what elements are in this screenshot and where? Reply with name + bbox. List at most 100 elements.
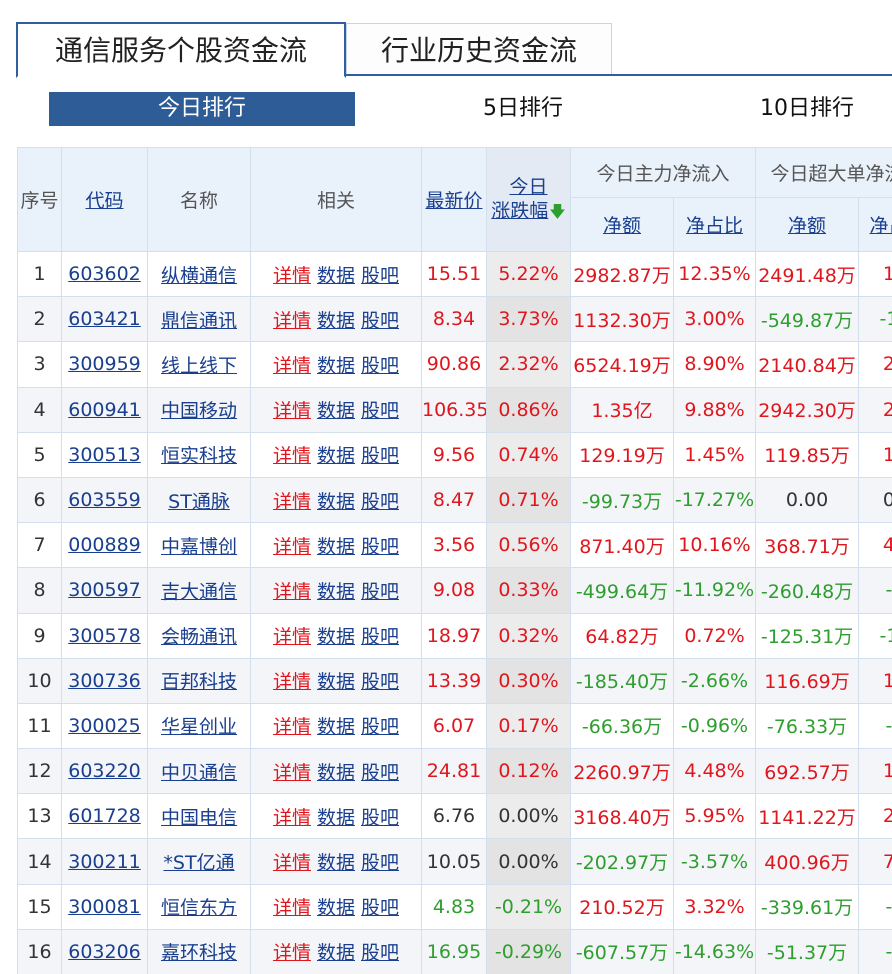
forum-link[interactable]: 股吧 xyxy=(361,942,399,964)
data-link[interactable]: 数据 xyxy=(317,491,355,513)
stock-code-link[interactable]: 300081 xyxy=(68,896,141,918)
data-link[interactable]: 数据 xyxy=(317,310,355,332)
forum-link[interactable]: 股吧 xyxy=(361,491,399,513)
detail-link[interactable]: 详情 xyxy=(273,852,311,874)
tab-industry-history-fund-flow[interactable]: 行业历史资金流 xyxy=(346,23,612,76)
tab-stock-fund-flow[interactable]: 通信服务个股资金流 xyxy=(16,22,346,78)
sort-by-main-ratio-link[interactable]: 净占比 xyxy=(686,215,743,237)
stock-name-link[interactable]: 线上线下 xyxy=(161,355,237,377)
stock-code-link[interactable]: 601728 xyxy=(68,805,141,827)
stock-name-link[interactable]: *ST亿通 xyxy=(163,852,234,874)
sort-by-price-link[interactable]: 最新价 xyxy=(425,190,482,212)
data-link[interactable]: 数据 xyxy=(317,536,355,558)
stock-name-link[interactable]: 中嘉博创 xyxy=(161,536,237,558)
col-header-main-net[interactable]: 净额 xyxy=(570,197,674,252)
forum-link[interactable]: 股吧 xyxy=(361,310,399,332)
detail-link[interactable]: 详情 xyxy=(273,355,311,377)
data-link[interactable]: 数据 xyxy=(317,716,355,738)
detail-link[interactable]: 详情 xyxy=(273,671,311,693)
detail-link[interactable]: 详情 xyxy=(273,536,311,558)
detail-link[interactable]: 详情 xyxy=(273,400,311,422)
forum-link[interactable]: 股吧 xyxy=(361,581,399,603)
stock-name-link[interactable]: ST通脉 xyxy=(168,491,230,513)
data-link[interactable]: 数据 xyxy=(317,942,355,964)
stock-code-link[interactable]: 300513 xyxy=(68,444,141,466)
stock-code-link[interactable]: 300597 xyxy=(68,579,141,601)
detail-link[interactable]: 详情 xyxy=(273,581,311,603)
forum-link[interactable]: 股吧 xyxy=(361,536,399,558)
stock-code-link[interactable]: 603602 xyxy=(68,263,141,285)
forum-link[interactable]: 股吧 xyxy=(361,445,399,467)
col-header-main-ratio[interactable]: 净占比 xyxy=(672,197,757,252)
subtab-10day-ranking[interactable]: 10日排行 xyxy=(760,92,892,126)
stock-code-link[interactable]: 300578 xyxy=(68,625,141,647)
forum-link[interactable]: 股吧 xyxy=(361,400,399,422)
stock-code-link[interactable]: 300736 xyxy=(68,670,141,692)
forum-link[interactable]: 股吧 xyxy=(361,671,399,693)
stock-code-link[interactable]: 300959 xyxy=(68,353,141,375)
stock-name-link[interactable]: 恒实科技 xyxy=(161,445,237,467)
data-link[interactable]: 数据 xyxy=(317,897,355,919)
stock-name-link[interactable]: 纵横通信 xyxy=(161,265,237,287)
sort-by-change-link-line1[interactable]: 今日 xyxy=(509,176,547,198)
data-link[interactable]: 数据 xyxy=(317,355,355,377)
data-link[interactable]: 数据 xyxy=(317,581,355,603)
stock-code-link[interactable]: 600941 xyxy=(68,399,141,421)
stock-code-link[interactable]: 603559 xyxy=(68,489,141,511)
subtab-5day-ranking[interactable]: 5日排行 xyxy=(440,92,606,126)
forum-link[interactable]: 股吧 xyxy=(361,355,399,377)
subtab-today-ranking[interactable]: 今日排行 xyxy=(49,92,355,126)
sort-by-super-ratio-link[interactable]: 净占比 xyxy=(870,215,892,237)
sort-by-code-link[interactable]: 代码 xyxy=(85,190,123,212)
stock-code-link[interactable]: 300025 xyxy=(68,715,141,737)
detail-link[interactable]: 详情 xyxy=(273,942,311,964)
forum-link[interactable]: 股吧 xyxy=(361,762,399,784)
detail-link[interactable]: 详情 xyxy=(273,265,311,287)
stock-code-link[interactable]: 000889 xyxy=(68,534,141,556)
data-link[interactable]: 数据 xyxy=(317,626,355,648)
col-header-price[interactable]: 最新价 xyxy=(421,147,487,252)
stock-name-link[interactable]: 恒信东方 xyxy=(161,897,237,919)
col-header-super-net[interactable]: 净额 xyxy=(755,197,860,252)
stock-name-link[interactable]: 中国移动 xyxy=(161,400,237,422)
data-link[interactable]: 数据 xyxy=(317,762,355,784)
col-header-code[interactable]: 代码 xyxy=(61,147,148,252)
stock-code-link[interactable]: 603220 xyxy=(68,760,141,782)
detail-link[interactable]: 详情 xyxy=(273,445,311,467)
stock-code-link[interactable]: 603206 xyxy=(68,941,141,963)
data-link[interactable]: 数据 xyxy=(317,265,355,287)
stock-name-link[interactable]: 百邦科技 xyxy=(161,671,237,693)
detail-link[interactable]: 详情 xyxy=(273,897,311,919)
stock-name-link[interactable]: 会畅通讯 xyxy=(161,626,237,648)
data-link[interactable]: 数据 xyxy=(317,445,355,467)
stock-code-link[interactable]: 603421 xyxy=(68,308,141,330)
detail-link[interactable]: 详情 xyxy=(273,491,311,513)
sort-by-main-net-link[interactable]: 净额 xyxy=(603,215,641,237)
forum-link[interactable]: 股吧 xyxy=(361,807,399,829)
col-header-change[interactable]: 今日 涨跌幅🡇 xyxy=(486,147,571,252)
forum-link[interactable]: 股吧 xyxy=(361,897,399,919)
detail-link[interactable]: 详情 xyxy=(273,762,311,784)
col-header-super-ratio[interactable]: 净占比 xyxy=(858,197,892,252)
sort-by-super-net-link[interactable]: 净额 xyxy=(788,215,826,237)
sort-by-change-link-line2[interactable]: 涨跌幅 xyxy=(491,200,548,222)
forum-link[interactable]: 股吧 xyxy=(361,626,399,648)
forum-link[interactable]: 股吧 xyxy=(361,265,399,287)
stock-name-link[interactable]: 嘉环科技 xyxy=(161,942,237,964)
forum-link[interactable]: 股吧 xyxy=(361,716,399,738)
detail-link[interactable]: 详情 xyxy=(273,310,311,332)
stock-name-link[interactable]: 中贝通信 xyxy=(161,762,237,784)
stock-name-link[interactable]: 华星创业 xyxy=(161,716,237,738)
stock-name-link[interactable]: 鼎信通讯 xyxy=(161,310,237,332)
stock-name-link[interactable]: 中国电信 xyxy=(161,807,237,829)
data-link[interactable]: 数据 xyxy=(317,671,355,693)
detail-link[interactable]: 详情 xyxy=(273,807,311,829)
data-link[interactable]: 数据 xyxy=(317,852,355,874)
data-link[interactable]: 数据 xyxy=(317,807,355,829)
detail-link[interactable]: 详情 xyxy=(273,626,311,648)
stock-code-link[interactable]: 300211 xyxy=(68,851,141,873)
stock-name-link[interactable]: 吉大通信 xyxy=(161,581,237,603)
data-link[interactable]: 数据 xyxy=(317,400,355,422)
detail-link[interactable]: 详情 xyxy=(273,716,311,738)
forum-link[interactable]: 股吧 xyxy=(361,852,399,874)
